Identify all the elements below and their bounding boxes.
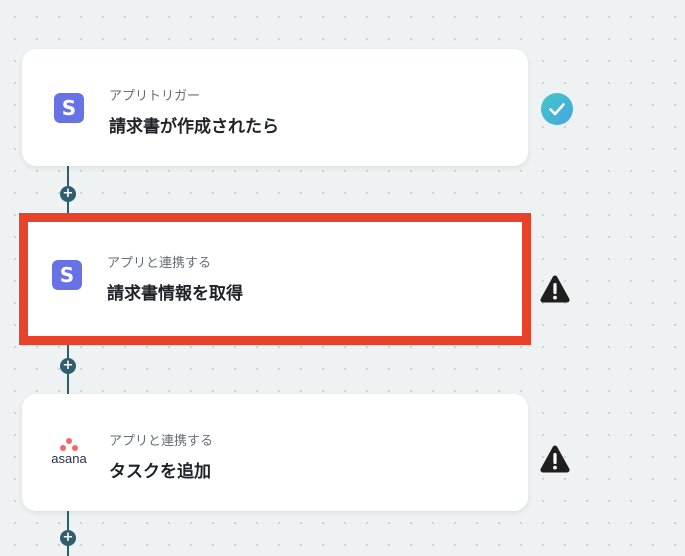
asana-dots-icon (60, 438, 78, 451)
step-title: 請求書情報を取得 (107, 284, 243, 304)
asana-wordmark: asana (51, 451, 87, 466)
stripe-icon: S (52, 260, 82, 290)
step-title: 請求書が作成されたら (109, 117, 279, 137)
warning-icon (540, 275, 570, 303)
warning-icon (540, 445, 570, 473)
check-circle-icon (541, 93, 573, 125)
asana-logo: asana (49, 438, 89, 468)
flow-step-card-trigger[interactable]: S アプリトリガー 請求書が作成されたら (22, 49, 528, 166)
step-type-label: アプリと連携する (109, 434, 214, 449)
flow-step-card-add-task[interactable]: asana アプリと連携する タスクを追加 (22, 394, 528, 511)
step-type-label: アプリと連携する (107, 256, 212, 271)
step-type-label: アプリトリガー (109, 89, 201, 104)
stripe-icon: S (54, 93, 84, 123)
flow-step-card-get-invoice[interactable]: S アプリと連携する 請求書情報を取得 (19, 213, 531, 345)
add-step-button[interactable]: + (60, 186, 76, 202)
add-step-button[interactable]: + (60, 530, 76, 546)
step-title: タスクを追加 (109, 462, 211, 482)
add-step-button[interactable]: + (60, 358, 76, 374)
